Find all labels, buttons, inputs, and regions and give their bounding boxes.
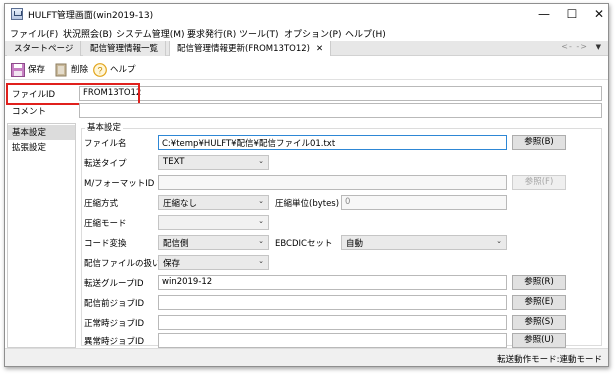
transfer-group-id-label: 転送グループID [84,279,144,289]
compress-method-select[interactable]: 圧縮なし ⌄ [158,195,269,210]
normal-job-id-label: 正常時ジョブID [84,319,145,329]
pre-job-id-label: 配信前ジョブID [84,299,145,309]
pre-job-browse-button[interactable]: 参照(E) [512,295,566,310]
help-button[interactable]: ? ヘルプ [93,62,143,78]
transfer-type-select[interactable]: TEXT ⌄ [158,155,269,170]
minimize-button[interactable]: — [530,4,558,24]
tab-dropdown-icon[interactable]: ▼ [596,43,601,51]
file-handling-select[interactable]: 保存 ⌄ [158,255,269,270]
error-job-id-input[interactable] [158,333,507,348]
m-format-browse-button: 参照(F) [512,175,566,190]
transfer-type-label: 転送タイプ [84,159,127,169]
transfer-type-value: TEXT [163,157,185,167]
window-title: HULFT管理画面(win2019-13) [28,11,154,21]
basic-settings-title: 基本設定 [85,121,124,133]
transfer-group-id-input[interactable]: win2019-12 [158,275,507,290]
tab-bar: スタートページ 配信管理情報一覧 配信管理情報更新(FROM13TO12) ✕ <… [5,41,608,56]
ebcdic-set-value: 自動 [346,239,364,249]
app-icon [11,8,23,20]
normal-job-browse-button[interactable]: 参照(S) [512,315,566,330]
chevron-down-icon: ⌄ [258,197,264,205]
chevron-down-icon: ⌄ [258,237,264,245]
compress-unit-label: 圧縮単位(bytes) [275,199,340,209]
comment-input[interactable] [79,103,602,118]
error-job-browse-button[interactable]: 参照(U) [512,333,566,348]
compress-mode-select: ⌄ [158,215,269,230]
ebcdic-set-select[interactable]: 自動 ⌄ [341,235,507,250]
transfer-group-browse-button[interactable]: 参照(R) [512,275,566,290]
code-conversion-label: コード変換 [84,239,127,249]
tab-delivery-list[interactable]: 配信管理情報一覧 [83,41,167,56]
maximize-button[interactable]: ☐ [558,4,586,24]
tab-close-icon[interactable]: ✕ [316,44,323,54]
m-format-id-input [158,175,507,190]
file-name-label: ファイル名 [84,139,127,149]
chevron-down-icon: ⌄ [258,217,264,225]
transfer-mode-status: 転送動作モード:連動モード [497,355,602,365]
menu-tools[interactable]: ツール(T) [239,27,279,40]
chevron-down-icon: ⌄ [258,257,264,265]
menu-file[interactable]: ファイル(F) [10,27,58,40]
file-id-highlight-box [6,83,140,105]
save-button[interactable]: 保存 [11,62,51,78]
file-handling-label: 配信ファイルの扱い [84,259,161,269]
app-window: HULFT管理画面(win2019-13) — ☐ ✕ ファイル(F) 状況照会… [4,3,609,367]
comment-label: コメント [12,107,47,117]
ebcdic-set-label: EBCDICセット [275,239,333,249]
compress-method-value: 圧縮なし [163,199,198,209]
file-id-input[interactable]: FROM13TO12 [79,86,602,101]
file-handling-value: 保存 [163,259,181,269]
chevron-down-icon: ⌄ [258,157,264,165]
settings-sidebar: 基本設定 拡張設定 [7,123,76,348]
code-conversion-select[interactable]: 配信側 ⌄ [158,235,269,250]
compress-method-label: 圧縮方式 [84,199,119,209]
toolbar: 保存 削除 ? ヘルプ [5,59,608,80]
delete-button[interactable]: 削除 [54,62,94,78]
compress-mode-label: 圧縮モード [84,219,127,229]
save-icon [11,63,25,77]
tab-start-page[interactable]: スタートページ [7,41,82,56]
status-bar: 転送動作モード:連動モード [5,348,608,366]
menu-help[interactable]: ヘルプ(H) [345,27,386,40]
delete-icon [55,63,67,77]
sidebar-item-basic[interactable]: 基本設定 [8,125,75,140]
error-job-id-label: 異常時ジョブID [84,337,145,347]
delete-label: 削除 [71,65,89,75]
help-icon: ? [93,63,107,77]
tab-delivery-update[interactable]: 配信管理情報更新(FROM13TO12) ✕ [169,41,332,56]
code-conversion-value: 配信側 [163,239,189,249]
menu-system[interactable]: システム管理(M) [116,27,185,40]
tab-nav-arrows[interactable]: <- -> [561,42,588,51]
pre-job-id-input[interactable] [158,295,507,310]
menu-options[interactable]: オプション(P) [284,27,341,40]
chevron-down-icon: ⌄ [496,237,502,245]
save-label: 保存 [28,65,46,75]
title-bar: HULFT管理画面(win2019-13) — ☐ ✕ [5,4,608,24]
menu-status[interactable]: 状況照会(B) [63,27,112,40]
help-glyph: ? [97,66,102,76]
help-label: ヘルプ [110,65,136,75]
menu-request[interactable]: 要求発行(R) [187,27,236,40]
normal-job-id-input[interactable] [158,315,507,330]
file-name-input[interactable]: C:¥temp¥HULFT¥配信¥配信ファイル01.txt [158,135,507,150]
compress-unit-input: 0 [341,195,507,210]
m-format-id-label: M/フォーマットID [84,179,155,189]
menu-bar: ファイル(F) 状況照会(B) システム管理(M) 要求発行(R) ツール(T)… [5,25,608,41]
file-name-browse-button[interactable]: 参照(B) [512,135,566,150]
tab-delivery-update-label: 配信管理情報更新(FROM13TO12) [177,44,310,54]
close-button[interactable]: ✕ [585,4,613,24]
sidebar-item-extended[interactable]: 拡張設定 [8,140,75,155]
